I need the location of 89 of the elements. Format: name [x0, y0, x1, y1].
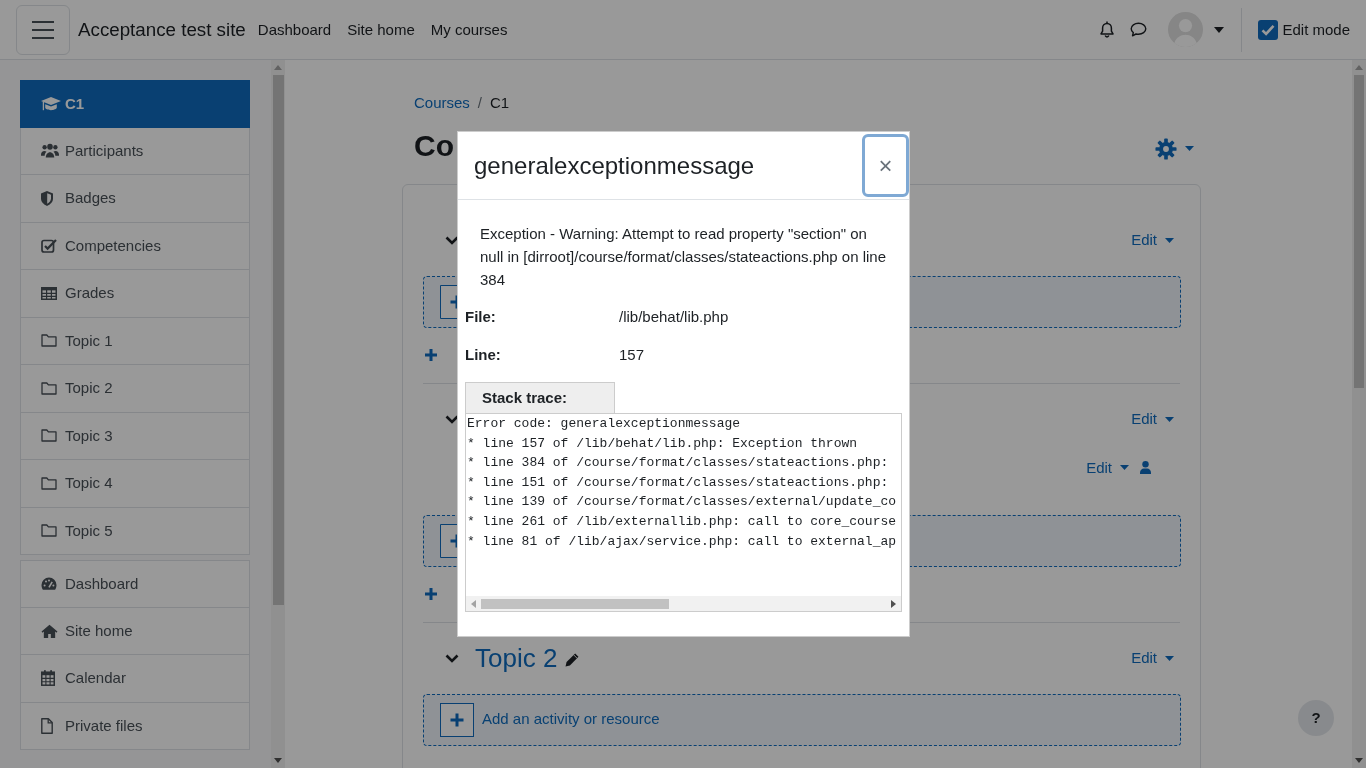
gauge-icon — [41, 577, 57, 591]
chevron-down-icon[interactable] — [445, 653, 459, 663]
check-square-icon — [41, 238, 57, 254]
calendar-icon — [41, 670, 55, 687]
stack-trace-heading: Stack trace: — [465, 382, 615, 413]
file-icon — [41, 717, 53, 734]
caret-icon — [1165, 237, 1174, 243]
sidebar-item[interactable]: C1 — [20, 80, 250, 128]
caret-icon[interactable] — [1185, 146, 1194, 151]
arrow-left-icon[interactable] — [471, 599, 476, 608]
sidebar-item[interactable]: Site home — [20, 607, 250, 655]
shield-icon — [41, 190, 53, 206]
stack-trace-line: * line 151 of /course/format/classes/stateactions.php: — [467, 473, 889, 492]
plus-icon — [440, 702, 474, 737]
detail-label: Line: — [465, 345, 502, 366]
help-button[interactable]: ? — [1298, 700, 1334, 736]
sidebar-item[interactable]: Competencies — [20, 222, 250, 270]
detail-label: File: — [465, 307, 497, 328]
sidebar-item[interactable]: Calendar — [20, 655, 250, 703]
nav-link[interactable]: My courses — [422, 18, 516, 41]
caret-icon — [1165, 655, 1174, 661]
plus-icon[interactable] — [425, 588, 437, 600]
stack-trace-line: * line 81 of /lib/ajax/service.php: call to external_ap — [467, 532, 897, 551]
sidebar-item[interactable]: Participants — [20, 127, 250, 175]
sidebar-item[interactable]: Badges — [20, 175, 250, 223]
breadcrumb-current: C1 — [490, 93, 510, 113]
stack-trace-line: * line 261 of /lib/externallib.php: call to core_course — [467, 512, 897, 531]
arrow-right-icon[interactable] — [891, 599, 896, 608]
sidebar-item[interactable]: Private files — [20, 702, 250, 750]
scrollbar[interactable] — [466, 596, 901, 611]
folder-icon — [41, 429, 57, 443]
sidebar-item[interactable]: Topic 5 — [20, 507, 250, 555]
scrollbar-thumb[interactable] — [481, 598, 669, 609]
folder-icon — [41, 524, 57, 538]
graduation-cap-icon — [41, 95, 61, 112]
error-message: Exception - Warning: Attempt to read property "section" on null in [dirroot]/course/format/classes/stateactions.php on line 384 — [480, 223, 888, 290]
bell-icon[interactable] — [1099, 20, 1116, 39]
sidebar-item[interactable]: Grades — [20, 270, 250, 318]
arrow-down-icon[interactable] — [1355, 758, 1363, 763]
folder-icon — [41, 334, 57, 348]
caret-icon — [1165, 416, 1174, 422]
gear-icon[interactable] — [1155, 137, 1177, 160]
nav-link[interactable]: Dashboard — [249, 18, 340, 41]
page-heading: Co — [414, 127, 454, 164]
menu-icon — [32, 20, 54, 39]
edit-mode-checkbox[interactable] — [1258, 19, 1279, 40]
scrollbar[interactable] — [271, 60, 285, 768]
caret-icon — [1120, 465, 1129, 471]
detail-value: 157 — [619, 345, 645, 366]
plus-icon[interactable] — [425, 349, 437, 361]
scrollbar-thumb[interactable] — [272, 75, 284, 605]
stack-trace-line: * line 157 of /lib/behat/lib.php: Exception thrown — [467, 434, 858, 453]
chat-icon[interactable] — [1130, 22, 1148, 37]
dialog-title: generalexceptionmessage — [473, 151, 755, 180]
edit-mode-label[interactable]: Edit mode — [1282, 18, 1350, 41]
breadcrumb-link[interactable]: Courses — [414, 92, 470, 115]
sidebar-item[interactable]: Topic 2 — [20, 365, 250, 413]
section-title-link[interactable]: Topic 2 — [475, 642, 558, 674]
sidebar-item[interactable]: Dashboard — [20, 560, 250, 608]
arrow-down-icon[interactable] — [274, 758, 282, 763]
stack-trace-line: * line 139 of /course/format/classes/external/update_co — [467, 493, 897, 512]
edit-menu-link[interactable]: Edit — [1131, 646, 1174, 670]
detail-value: /lib/behat/lib.php — [619, 307, 729, 328]
sidebar-item[interactable]: Topic 4 — [20, 460, 250, 508]
arrow-up-icon[interactable] — [274, 65, 282, 70]
add-activity-button[interactable]: Add an activity or resource — [423, 693, 1181, 746]
stack-trace-line: Error code: generalexceptionmessage — [467, 415, 741, 433]
edit-menu-link[interactable]: Edit — [1086, 456, 1129, 479]
scrollbar-thumb[interactable] — [1354, 75, 1364, 388]
menu-button[interactable] — [16, 4, 70, 55]
sidebar-item[interactable]: Topic 3 — [20, 412, 250, 460]
stack-trace-line: * line 384 of /course/format/classes/stateactions.php: — [467, 454, 889, 473]
table-icon — [41, 286, 57, 300]
close-button[interactable]: × — [862, 134, 909, 197]
arrow-up-icon[interactable] — [1355, 65, 1363, 70]
folder-icon — [41, 381, 57, 395]
user-icon[interactable] — [1140, 460, 1151, 474]
edit-menu-link[interactable]: Edit — [1131, 407, 1174, 431]
home-icon — [41, 623, 58, 638]
scrollbar[interactable] — [1352, 60, 1366, 768]
users-icon — [41, 143, 59, 159]
folder-icon — [41, 476, 57, 490]
site-name[interactable]: Acceptance test site — [78, 15, 246, 44]
sidebar-item[interactable]: Topic 1 — [20, 317, 250, 365]
breadcrumb-separator: / — [477, 93, 483, 113]
caret-icon[interactable] — [1214, 26, 1225, 33]
nav-link[interactable]: Site home — [339, 18, 423, 41]
edit-menu-link[interactable]: Edit — [1131, 228, 1174, 252]
pencil-icon[interactable] — [565, 652, 580, 667]
